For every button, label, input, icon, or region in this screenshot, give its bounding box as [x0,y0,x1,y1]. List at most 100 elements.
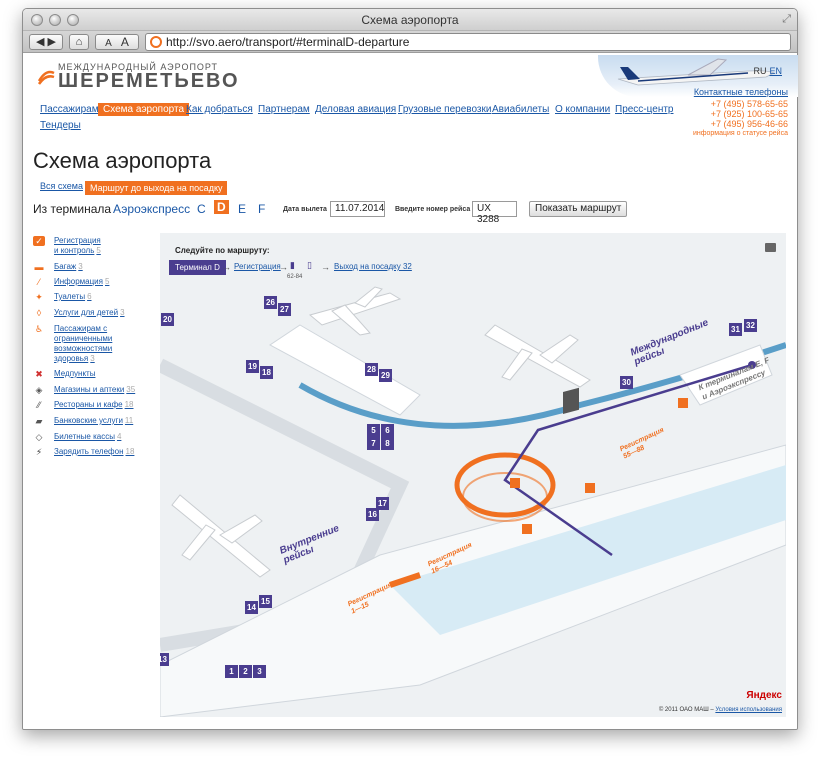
flight-number-input[interactable]: UX 3288 [472,201,517,225]
gate-screen [563,387,579,415]
gate-31[interactable]: 31 [729,323,742,336]
nav-business-aviation[interactable]: Деловая авиация [315,104,396,115]
map-copyright: © 2011 ОАО МАШ – Условия использования [658,707,782,713]
tab-full-map[interactable]: Вся схема [40,181,83,191]
lang-en[interactable]: EN [769,66,782,76]
nav-how-to-get[interactable]: Как добраться [186,104,253,115]
logo-title[interactable]: ШЕРЕМЕТЬЕВО [58,70,240,93]
terminal-map[interactable] [160,285,786,717]
gate-27[interactable]: 27 [278,303,291,316]
page-title: Схема аэропорта [33,148,212,173]
toilet-icon: ✦ [35,292,43,302]
nav-cargo[interactable]: Грузовые перевозки [398,104,491,115]
gate-13[interactable]: 13 [160,653,169,666]
nav-partners[interactable]: Партнерам [258,104,310,115]
charge-icon: ⚡ [35,447,43,457]
yandex-logo[interactable]: Яндекс [746,690,782,701]
address-bar[interactable]: http://svo.aero/transport/#terminalD-dep… [145,33,791,51]
terminal-e[interactable]: E [238,202,246,216]
tab-route-to-gate[interactable]: Маршрут до выхода на посадку [85,181,228,195]
route-step-checkin[interactable]: Регистрация [234,262,281,271]
font-larger-button[interactable]: A [121,35,129,49]
gate-30[interactable]: 30 [620,376,633,389]
checkin-icon: ✓ [33,236,45,246]
checkin-marker-3 [522,524,532,534]
font-smaller-button[interactable]: A [105,38,112,49]
from-terminal-label: Из терминала [33,202,112,216]
checkin-counter-icon: ▮ [290,260,295,270]
gate-14[interactable]: 14 [245,601,258,614]
gate-5[interactable]: 5 [367,424,380,437]
phone-3: +7 (495) 956-46-66 [710,119,788,129]
disabled-icon: ♿ [34,324,44,334]
tickets-icon: ◇ [35,432,43,442]
info-marker [678,398,688,408]
gate-6[interactable]: 6 [381,424,394,437]
phone-1: +7 (495) 578-65-65 [710,99,788,109]
gate-1[interactable]: 1 [225,665,238,678]
gate-2[interactable]: 2 [239,665,252,678]
route-arrow-2: → [279,262,288,272]
font-size-buttons[interactable]: A A [95,34,139,50]
map-panel: Следуйте по маршруту: Терминал D → Регис… [160,233,786,717]
nav-airport-map[interactable]: Схема аэропорта [98,103,190,116]
terminal-d[interactable]: D [214,200,229,214]
contacts-link[interactable]: Контактные телефоны [694,87,788,97]
language-switcher: RU EN [753,66,782,76]
nav-tickets[interactable]: Авиабилеты [492,104,549,115]
browser-toolbar: ◀ ▶ ⌂ A A http://svo.aero/transport/#ter… [23,31,797,53]
gate-20[interactable]: 20 [161,313,174,326]
bank-icon: ▰ [35,416,43,426]
airport-logo-icon[interactable] [36,67,56,87]
nav-press[interactable]: Пресс-центр [615,104,673,115]
kids-icon: ◊ [36,308,42,318]
route-arrow-3: → [321,262,330,272]
gate-7[interactable]: 7 [367,437,380,450]
info-icon: ⁄ [38,277,40,287]
terminal-f[interactable]: F [258,202,265,216]
home-button[interactable]: ⌂ [69,34,89,50]
restaurant-icon: ⁄⁄ [37,400,41,410]
route-checkin-range: 62-84 [287,274,303,280]
print-icon[interactable] [765,243,776,252]
lang-ru[interactable]: RU [753,66,766,76]
terminal-aeroexpress[interactable]: Аэроэкспресс [113,202,190,216]
gate-16[interactable]: 16 [366,508,379,521]
nav-passengers[interactable]: Пассажирам [40,104,99,115]
site-favicon-icon [150,36,162,48]
gate-32[interactable]: 32 [744,319,757,332]
gate-29[interactable]: 29 [379,369,392,382]
route-arrow-1: → [222,262,231,272]
gate-19[interactable]: 19 [246,360,259,373]
terminal-c[interactable]: C [197,202,206,216]
flight-number-label: Введите номер рейса [395,206,471,213]
passport-control-icon: ▯ [307,260,312,270]
gate-26[interactable]: 26 [264,296,277,309]
nav-tenders[interactable]: Тендеры [40,120,81,131]
gate-8[interactable]: 8 [381,437,394,450]
home-icon: ⌂ [75,36,83,48]
route-start-terminal[interactable]: Терминал D [169,260,226,275]
gate-28[interactable]: 28 [365,363,378,376]
checkin-marker-1 [510,478,520,488]
window-title: Схема аэропорта [361,13,459,27]
back-forward-buttons[interactable]: ◀ ▶ [29,34,63,50]
gate-3[interactable]: 3 [253,665,266,678]
gate-18[interactable]: 18 [260,366,273,379]
medical-icon: ✖ [35,369,43,379]
route-heading: Следуйте по маршруту: [175,246,270,255]
show-route-button[interactable]: Показать маршрут [529,201,628,217]
gate-15[interactable]: 15 [259,595,272,608]
address-url: http://svo.aero/transport/#terminalD-dep… [166,35,410,49]
nav-about[interactable]: О компании [555,104,610,115]
shops-icon: ◈ [35,385,43,395]
baggage-icon: ▬ [34,262,44,272]
phone-2: +7 (925) 100-65-65 [710,109,788,119]
flight-status-link[interactable]: информация о статусе рейса [693,130,788,137]
date-input[interactable]: 11.07.2014 [330,201,385,217]
route-step-gate[interactable]: Выход на посадку 32 [334,262,412,271]
fullscreen-icon[interactable]: ⤢ [782,13,791,26]
title-bar: Схема аэропорта ⤢ [23,9,797,31]
checkin-marker-2 [585,483,595,493]
terms-link[interactable]: Условия использования [715,707,782,713]
